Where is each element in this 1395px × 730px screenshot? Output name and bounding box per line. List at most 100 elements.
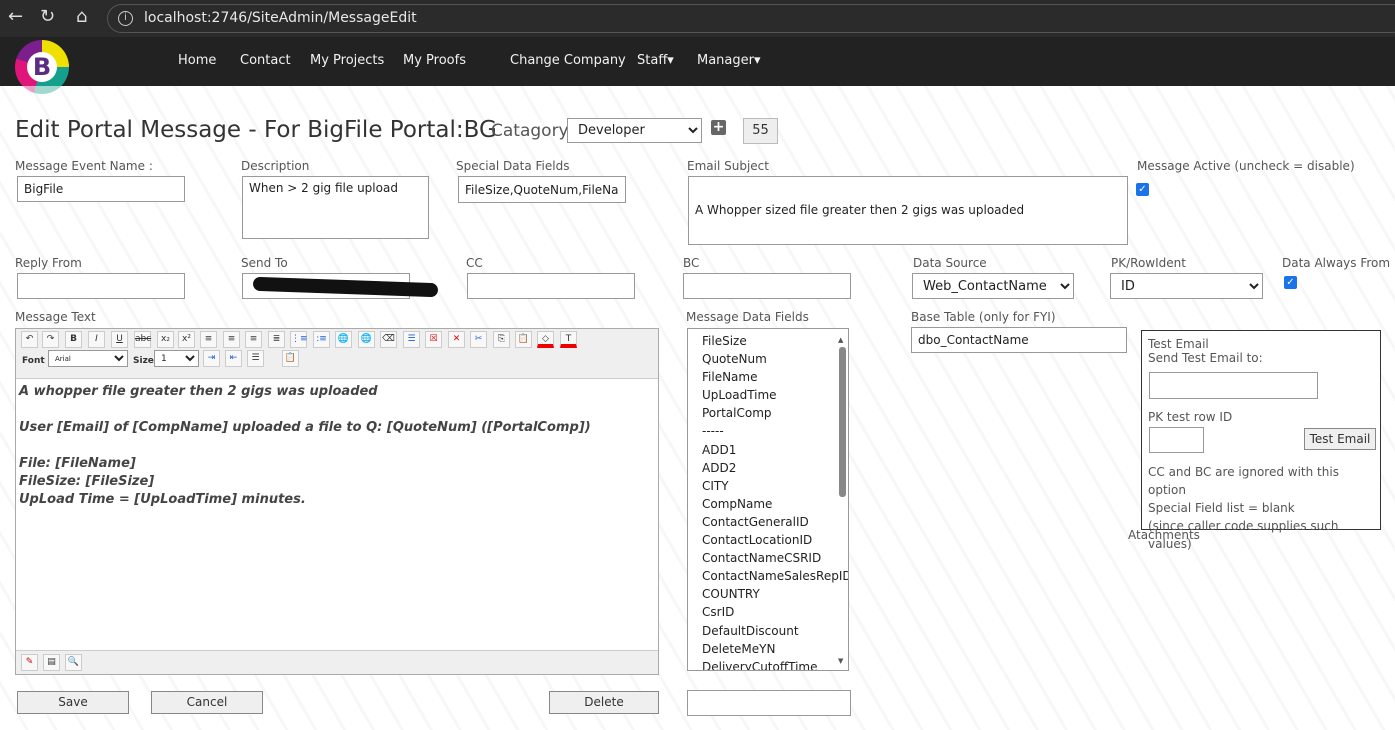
field-insert-input[interactable] bbox=[687, 690, 851, 716]
paste-word-icon[interactable]: 📋 bbox=[282, 350, 299, 367]
data-field-option[interactable]: ContactLocationID bbox=[695, 531, 848, 549]
unordered-list-icon[interactable]: :≡ bbox=[313, 331, 330, 348]
nav-my-projects[interactable]: My Projects bbox=[310, 53, 384, 68]
data-field-option[interactable]: COUNTRY bbox=[695, 585, 848, 603]
data-field-option[interactable]: CompName bbox=[695, 495, 848, 513]
data-field-option[interactable]: ContactGeneralID bbox=[695, 513, 848, 531]
address-bar[interactable]: i localhost:2746/SiteAdmin/MessageEdit bbox=[107, 4, 1395, 33]
editor-line: File: [FileName] bbox=[19, 456, 136, 471]
data-field-option[interactable]: DefaultDiscount bbox=[695, 622, 848, 640]
italic-icon[interactable]: I bbox=[88, 331, 105, 348]
event-name-input[interactable] bbox=[17, 176, 185, 202]
nav-staff[interactable]: Staff▾ bbox=[637, 53, 674, 68]
back-icon[interactable]: ← bbox=[8, 6, 23, 27]
pk-test-input[interactable] bbox=[1149, 427, 1204, 453]
description-label: Description bbox=[241, 159, 310, 173]
preview-icon[interactable]: 🔍 bbox=[65, 654, 82, 671]
editor-line: A whopper file greater then 2 gigs was u… bbox=[19, 384, 378, 399]
data-field-option[interactable]: ContactNameCSRID bbox=[695, 549, 848, 567]
info-icon[interactable]: i bbox=[118, 11, 133, 26]
special-fields-input[interactable] bbox=[458, 176, 626, 203]
nav-my-proofs[interactable]: My Proofs bbox=[403, 53, 466, 68]
size-select[interactable]: 1 bbox=[154, 350, 199, 367]
data-field-option[interactable]: ADD1 bbox=[695, 441, 848, 459]
data-field-option[interactable]: CsrID bbox=[695, 603, 848, 621]
save-button[interactable]: Save bbox=[17, 691, 129, 714]
add-category-icon[interactable]: + bbox=[711, 120, 726, 135]
editor-content[interactable]: A whopper file greater then 2 gigs was u… bbox=[16, 379, 658, 513]
list-scrollbar[interactable]: ▲ ▼ bbox=[838, 333, 846, 668]
undo-icon[interactable]: ↶ bbox=[21, 331, 38, 348]
data-field-option[interactable]: FileName bbox=[695, 368, 848, 386]
bold-icon[interactable]: B bbox=[65, 331, 82, 348]
send-test-input[interactable] bbox=[1149, 372, 1318, 399]
design-mode-icon[interactable]: ✎ bbox=[21, 654, 38, 671]
bc-input[interactable] bbox=[683, 273, 851, 299]
indent-icon[interactable]: ⇥ bbox=[203, 350, 220, 367]
clear-format-icon[interactable]: ☒ bbox=[425, 331, 442, 348]
pk-label: PK/RowIdent bbox=[1111, 256, 1186, 270]
data-field-option[interactable]: PortalComp bbox=[695, 404, 848, 422]
align-left-icon[interactable]: ≡ bbox=[200, 331, 217, 348]
message-active-checkbox[interactable]: ✓ bbox=[1136, 183, 1149, 196]
nav-home[interactable]: Home bbox=[178, 53, 216, 68]
horizontal-rule-icon[interactable]: ☰ bbox=[247, 350, 264, 367]
nav-change-company[interactable]: Change Company bbox=[510, 53, 626, 68]
align-center-icon[interactable]: ≡ bbox=[223, 331, 240, 348]
data-field-option[interactable]: CITY bbox=[695, 477, 848, 495]
copy-icon[interactable]: ⎘ bbox=[493, 331, 510, 348]
data-field-option[interactable]: ContactNameSalesRepID bbox=[695, 567, 848, 585]
underline-icon[interactable]: U bbox=[111, 331, 128, 348]
data-field-option[interactable]: DeleteMeYN bbox=[695, 640, 848, 658]
nav-manager[interactable]: Manager▾ bbox=[697, 53, 761, 68]
remove-link-icon[interactable]: 🌐 bbox=[358, 331, 375, 348]
eraser-icon[interactable]: ⌫ bbox=[380, 331, 397, 348]
base-table-input[interactable] bbox=[911, 327, 1127, 353]
outdent-icon[interactable]: ⇤ bbox=[225, 350, 242, 367]
format-icon[interactable]: ☰ bbox=[403, 331, 420, 348]
insert-link-icon[interactable]: 🌐 bbox=[335, 331, 352, 348]
reply-from-input[interactable] bbox=[17, 273, 185, 299]
redo-icon[interactable]: ↷ bbox=[42, 331, 59, 348]
highlight-color-icon[interactable]: ◇ bbox=[537, 331, 554, 348]
data-field-option[interactable]: ADD2 bbox=[695, 459, 848, 477]
test-email-panel: Test Email Send Test Email to: PK test r… bbox=[1141, 330, 1381, 551]
font-color-icon[interactable]: T bbox=[560, 331, 577, 348]
send-to-input[interactable] bbox=[242, 273, 439, 299]
email-subject-textarea[interactable]: A Whopper sized file greater then 2 gigs… bbox=[688, 176, 1128, 245]
data-field-option[interactable]: ----- bbox=[695, 422, 848, 440]
reload-icon[interactable]: ↻ bbox=[40, 6, 55, 27]
data-field-option[interactable]: FileSize bbox=[695, 332, 848, 350]
subscript-icon[interactable]: x₂ bbox=[157, 331, 174, 348]
justify-icon[interactable]: ≣ bbox=[268, 331, 285, 348]
nav-contact[interactable]: Contact bbox=[240, 53, 291, 68]
scroll-down-icon[interactable]: ▼ bbox=[838, 652, 843, 670]
cancel-button[interactable]: Cancel bbox=[151, 691, 263, 714]
data-fields-list[interactable]: FileSize QuoteNum FileName UpLoadTime Portal… bbox=[687, 328, 849, 671]
data-field-option[interactable]: DeliveryCutoffTime bbox=[695, 658, 848, 670]
delete-icon[interactable]: ✕ bbox=[448, 331, 465, 348]
ordered-list-icon[interactable]: ⋮≡ bbox=[290, 331, 308, 348]
superscript-icon[interactable]: x² bbox=[178, 331, 195, 348]
scroll-thumb[interactable] bbox=[839, 347, 846, 497]
data-always-label: Data Always From Bu bbox=[1282, 256, 1395, 270]
data-source-select[interactable]: Web_ContactName bbox=[912, 273, 1074, 299]
test-email-button[interactable]: Test Email bbox=[1304, 428, 1376, 450]
send-to-label: Send To bbox=[241, 256, 288, 270]
cc-input[interactable] bbox=[467, 273, 635, 299]
pk-select[interactable]: ID bbox=[1110, 273, 1263, 299]
cut-icon[interactable]: ✂ bbox=[470, 331, 487, 348]
html-mode-icon[interactable]: ▤ bbox=[43, 654, 60, 671]
home-icon[interactable]: ⌂ bbox=[76, 6, 87, 27]
align-right-icon[interactable]: ≡ bbox=[245, 331, 262, 348]
delete-button[interactable]: Delete bbox=[549, 691, 659, 714]
category-select[interactable]: Developer bbox=[567, 118, 702, 143]
data-always-checkbox[interactable]: ✓ bbox=[1284, 276, 1297, 289]
description-textarea[interactable]: When > 2 gig file upload bbox=[242, 176, 429, 239]
strikethrough-icon[interactable]: abc bbox=[134, 331, 151, 348]
data-field-option[interactable]: UpLoadTime bbox=[695, 386, 848, 404]
pk-test-label: PK test row ID bbox=[1148, 410, 1233, 424]
font-select[interactable]: Arial bbox=[48, 350, 128, 367]
paste-icon[interactable]: 📋 bbox=[515, 331, 532, 348]
data-field-option[interactable]: QuoteNum bbox=[695, 350, 848, 368]
